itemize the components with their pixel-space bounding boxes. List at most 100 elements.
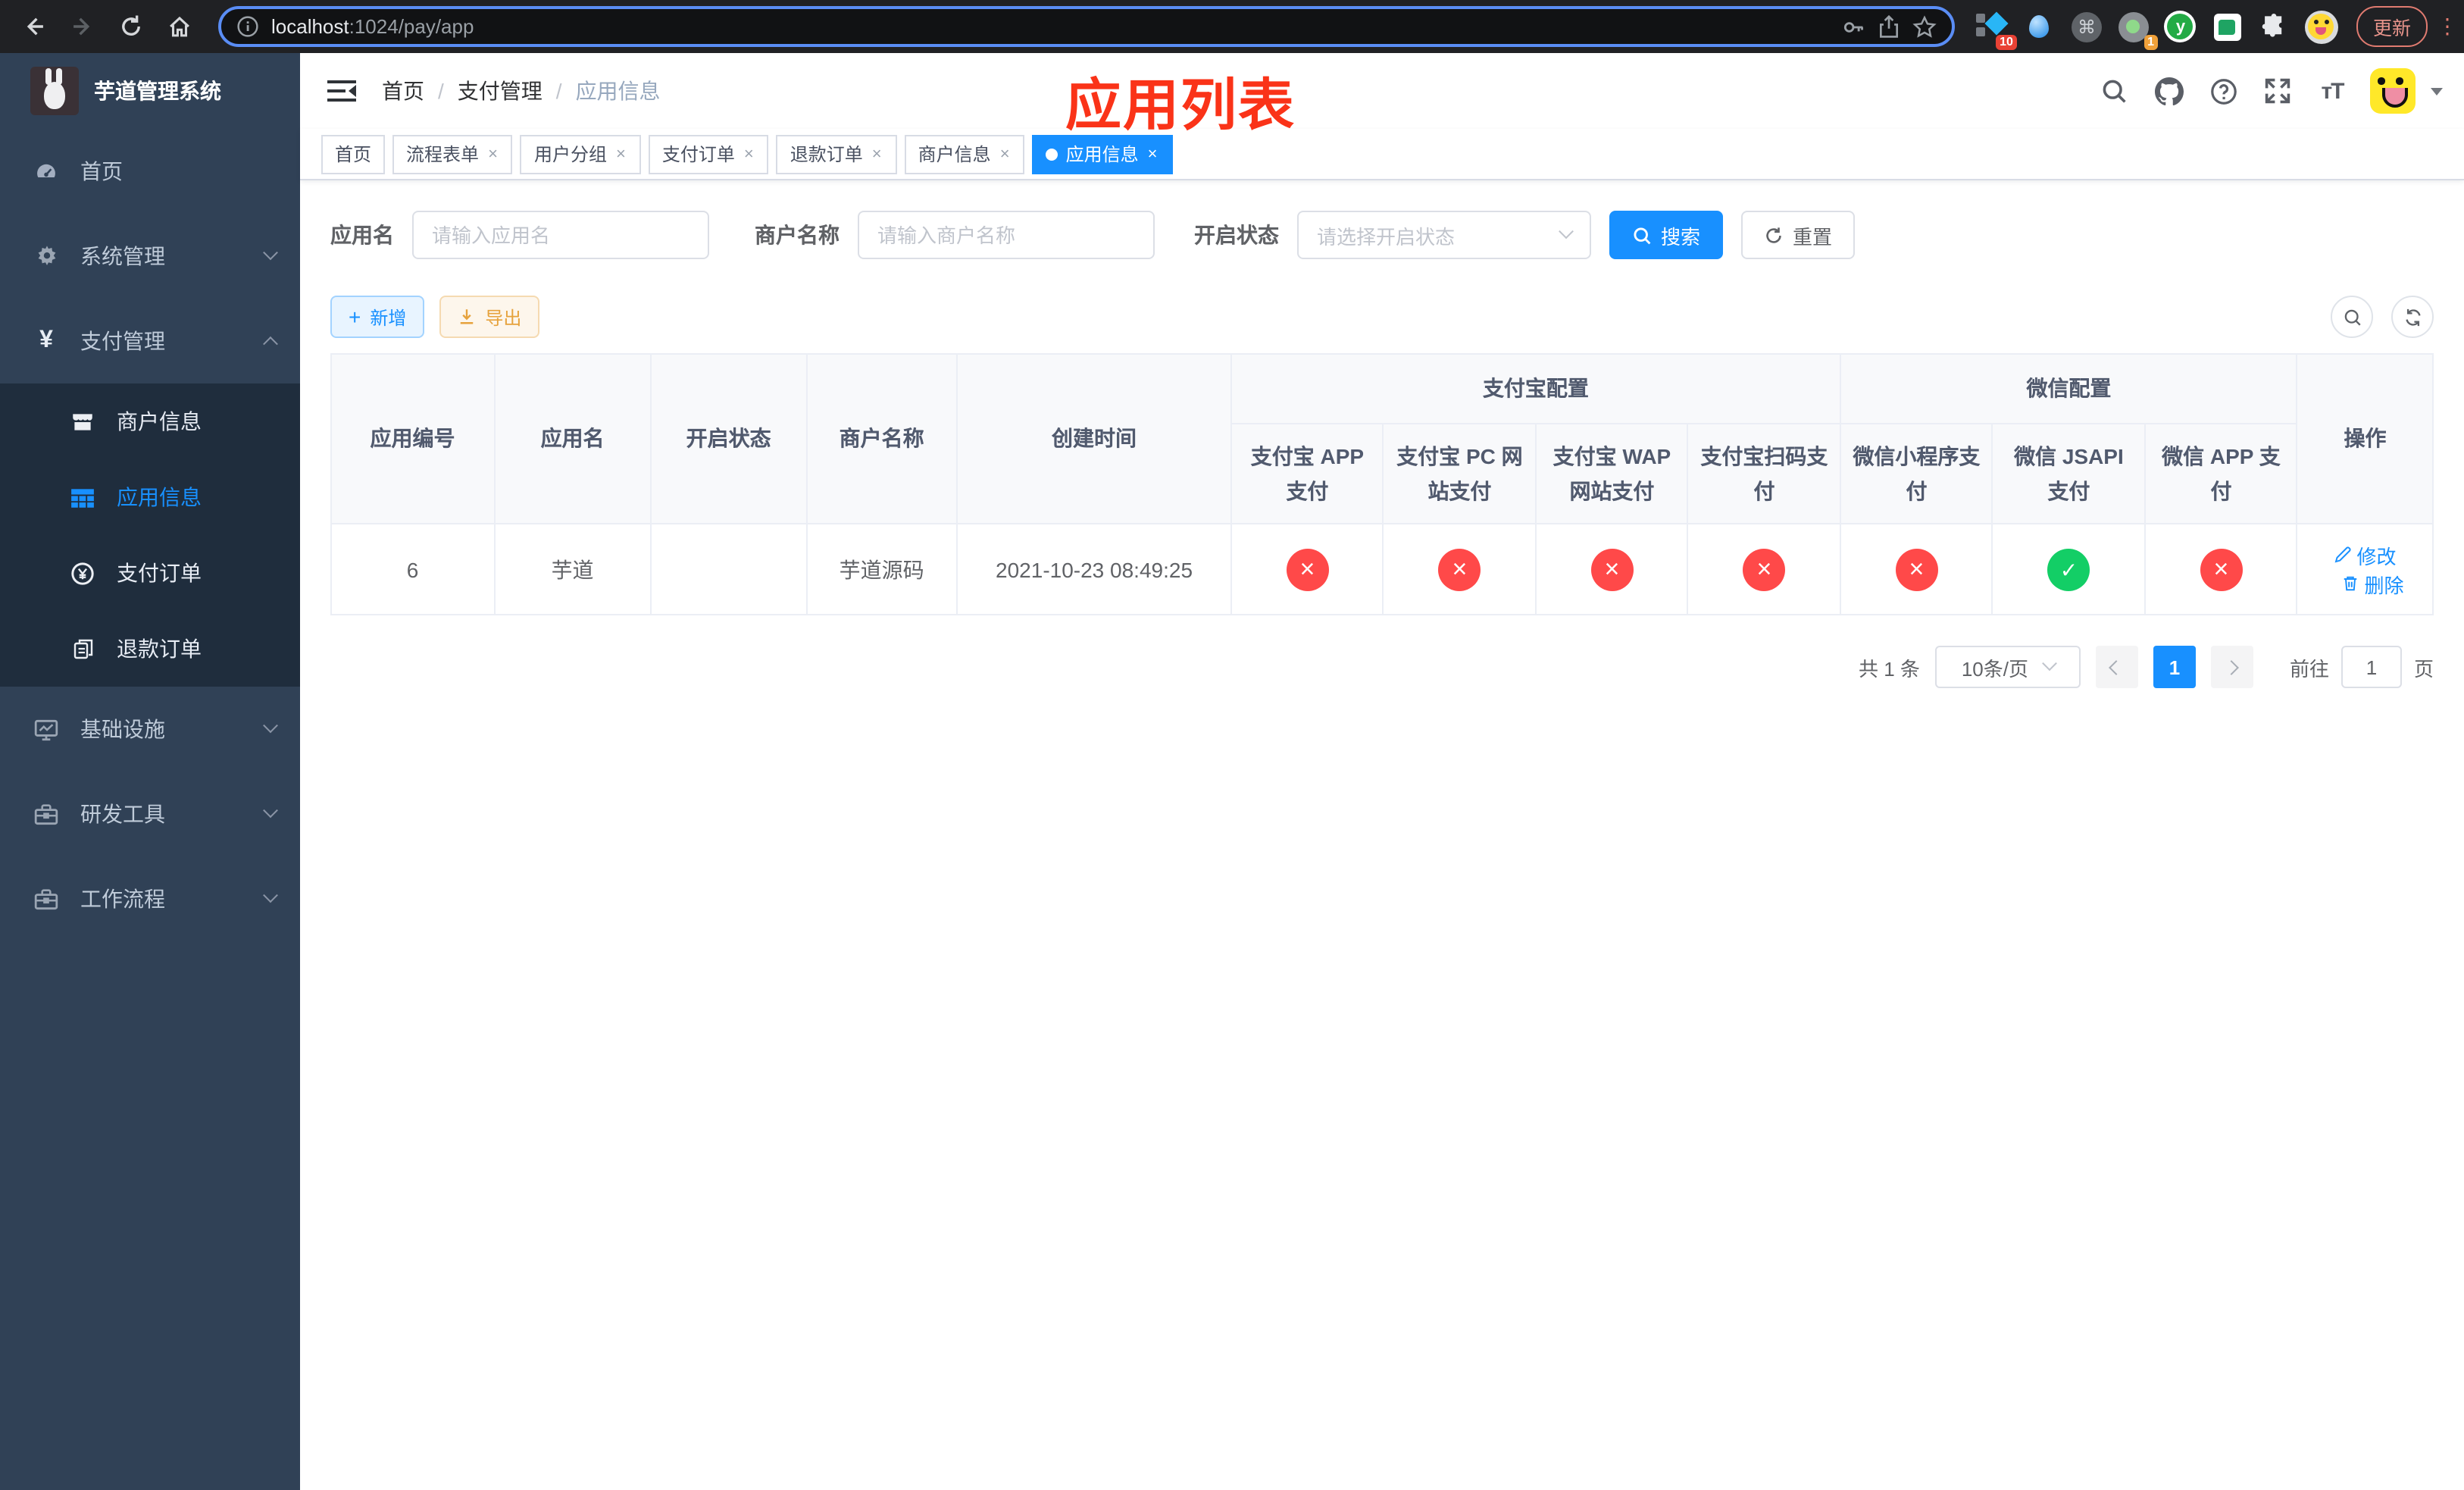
sidebar-item-workflow[interactable]: 工作流程: [0, 856, 300, 941]
sidebar-item-refund-orders[interactable]: 退款订单: [0, 611, 300, 687]
tag-user-group[interactable]: 用户分组 ×: [520, 134, 641, 174]
sidebar-item-label: 研发工具: [80, 802, 165, 826]
browser-update-button[interactable]: 更新: [2356, 6, 2428, 47]
user-avatar[interactable]: [2370, 68, 2416, 114]
grid-icon: [70, 484, 95, 510]
profile-avatar-icon[interactable]: [2304, 10, 2338, 43]
close-icon[interactable]: ×: [614, 145, 627, 163]
reset-button[interactable]: 重置: [1741, 211, 1856, 259]
extension-balloon-icon[interactable]: [2023, 10, 2056, 43]
extensions-puzzle-icon[interactable]: [2258, 10, 2291, 43]
sidebar-item-home[interactable]: 首页: [0, 129, 300, 214]
edit-link[interactable]: 修改: [2334, 540, 2396, 569]
extension-badge: 1: [2143, 34, 2158, 49]
extension-y-logo-icon[interactable]: y: [2164, 10, 2197, 43]
sidebar-item-app-info[interactable]: 应用信息: [0, 459, 300, 535]
sidebar-item-payment[interactable]: ¥ 支付管理: [0, 299, 300, 383]
cell-actions: 修改 删除: [2296, 523, 2434, 615]
sidebar-item-label: 商户信息: [117, 409, 202, 434]
fullscreen-icon[interactable]: [2261, 74, 2294, 108]
delete-link[interactable]: 删除: [2341, 569, 2403, 598]
app-name-label: 应用名: [330, 223, 394, 247]
help-icon[interactable]: [2206, 74, 2240, 108]
cell-create-time: 2021-10-23 08:49:25: [956, 523, 1232, 615]
show-search-toggle-button[interactable]: [2331, 296, 2373, 338]
sidebar-item-label: 应用信息: [117, 485, 202, 509]
chevron-down-icon: [263, 717, 278, 733]
breadcrumb-home[interactable]: 首页: [382, 76, 424, 106]
sidebar-item-pay-orders[interactable]: 支付订单: [0, 535, 300, 611]
copy-icon: [70, 636, 95, 662]
sidebar-item-infrastructure[interactable]: 基础设施: [0, 687, 300, 772]
sidebar-collapse-icon[interactable]: [327, 80, 358, 102]
close-icon[interactable]: ×: [871, 145, 883, 163]
site-info-icon[interactable]: [236, 15, 259, 38]
merchant-name-input[interactable]: [877, 224, 1135, 246]
extension-chat-icon[interactable]: [2211, 10, 2244, 43]
app-logo-row[interactable]: 芋道管理系统: [0, 53, 300, 129]
top-navbar: 首页 / 支付管理 / 应用信息 тT: [300, 53, 2464, 129]
home-icon[interactable]: [158, 5, 200, 48]
close-icon[interactable]: ×: [1146, 145, 1159, 163]
extension-recorder-icon[interactable]: 1: [2117, 10, 2158, 49]
extensions-tray: 10 ⌘ 1 y: [1975, 10, 2338, 49]
chevron-down-icon: [263, 244, 278, 260]
search-icon[interactable]: [2097, 74, 2131, 108]
extension-command-icon[interactable]: ⌘: [2070, 10, 2103, 43]
app-title: 芋道管理系统: [94, 79, 221, 103]
page-size-select[interactable]: 10条/页: [1934, 646, 2081, 688]
reload-icon[interactable]: [109, 5, 152, 48]
payment-submenu: 商户信息 应用信息 支付订单 退款订单: [0, 383, 300, 687]
status-select[interactable]: 请选择开启状态: [1297, 211, 1591, 259]
chevron-down-icon[interactable]: [2431, 87, 2443, 95]
github-icon[interactable]: [2152, 74, 2185, 108]
search-button[interactable]: 搜索: [1609, 211, 1724, 259]
forward-icon[interactable]: [61, 5, 103, 48]
font-size-icon[interactable]: тT: [2315, 74, 2349, 108]
address-bar[interactable]: localhost:1024/pay/app: [218, 6, 1955, 47]
tag-home[interactable]: 首页: [321, 134, 386, 174]
prev-page-button[interactable]: [2095, 646, 2138, 688]
col-alipay-qr: 支付宝扫码支付: [1687, 423, 1841, 524]
navbar-actions: тT: [2097, 68, 2443, 114]
url-text: localhost:1024/pay/app: [271, 15, 474, 38]
sidebar-item-system[interactable]: 系统管理: [0, 214, 300, 299]
chevron-down-icon: [263, 802, 278, 818]
bookmark-star-icon[interactable]: [1912, 14, 1937, 39]
share-icon[interactable]: [1878, 14, 1900, 39]
extension-tag-manager-icon[interactable]: 10: [1975, 10, 2017, 49]
col-app-name: 应用名: [493, 353, 652, 524]
goto-page-input[interactable]: [2340, 646, 2402, 688]
table-row: 6 芋道 芋道源码 2021-10-23 08:49:25 × × × × × …: [330, 523, 2434, 615]
sidebar-item-label: 支付管理: [80, 329, 165, 353]
close-icon[interactable]: ×: [999, 145, 1012, 163]
tag-merchant-info[interactable]: 商户信息 ×: [904, 134, 1025, 174]
dashboard-icon: [33, 158, 59, 184]
close-icon[interactable]: ×: [486, 145, 499, 163]
toolbox-icon: [33, 886, 59, 912]
back-icon[interactable]: [12, 5, 55, 48]
tag-refund-orders[interactable]: 退款订单 ×: [776, 134, 897, 174]
export-button[interactable]: 导出: [439, 296, 540, 338]
refresh-button[interactable]: [2391, 296, 2434, 338]
page-number-button[interactable]: 1: [2153, 646, 2196, 688]
col-wechat-app: 微信 APP 支付: [2143, 423, 2298, 524]
next-page-button[interactable]: [2210, 646, 2253, 688]
tag-pay-orders[interactable]: 支付订单 ×: [648, 134, 769, 174]
add-button[interactable]: + 新增: [330, 296, 425, 338]
sidebar-menu: 首页 系统管理 ¥ 支付管理 商户信息 应用信息 支付订单 退款订单 基础设施 …: [0, 129, 300, 1490]
password-key-icon[interactable]: [1841, 14, 1865, 39]
cell-app-id: 6: [330, 523, 496, 615]
browser-window: localhost:1024/pay/app 10 ⌘ 1 y 更新 ⋮ 芋道管…: [0, 0, 2464, 1490]
tag-process-form[interactable]: 流程表单 ×: [392, 134, 513, 174]
app-name-input[interactable]: [432, 224, 689, 246]
store-icon: [70, 408, 95, 434]
app-logo-rabbit: [30, 67, 79, 115]
breadcrumb-payment[interactable]: 支付管理: [458, 76, 543, 106]
sidebar-item-merchant-info[interactable]: 商户信息: [0, 383, 300, 459]
alipay-app-status-icon: [1286, 548, 1329, 590]
sidebar-item-dev-tools[interactable]: 研发工具: [0, 772, 300, 856]
close-icon[interactable]: ×: [743, 145, 755, 163]
browser-menu-icon[interactable]: ⋮: [2437, 14, 2458, 39]
wechat-app-status-icon: [2200, 548, 2243, 590]
